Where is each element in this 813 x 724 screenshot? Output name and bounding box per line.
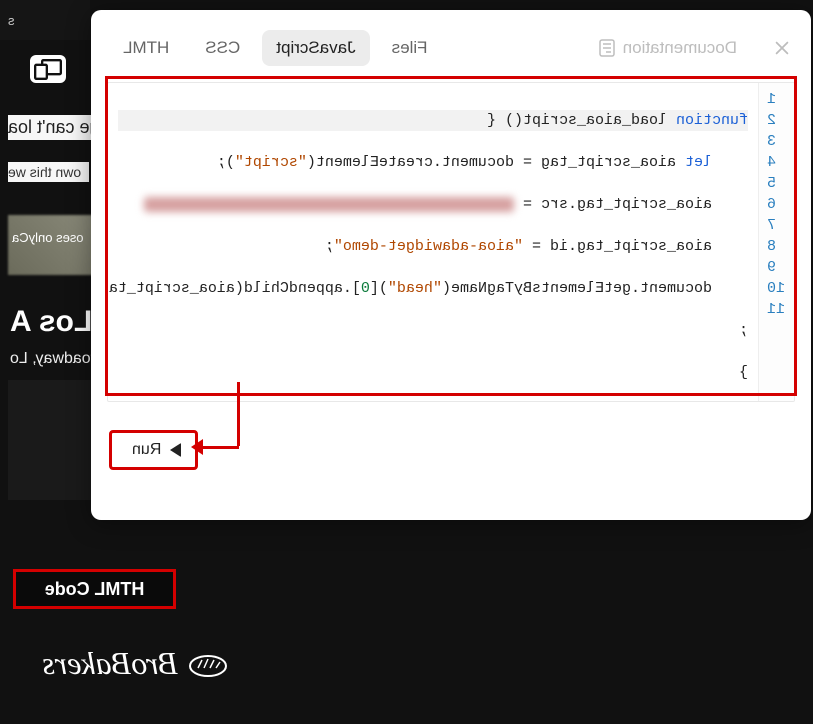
editor-container: 1234567891011 function load_aioa_script(…	[107, 82, 795, 402]
annotation-arrow-head	[191, 439, 203, 455]
html-code-label: HTML Code	[45, 579, 145, 600]
close-icon[interactable]	[771, 37, 793, 59]
annotation-arrow	[237, 382, 240, 446]
play-icon	[170, 443, 181, 457]
bg-heading-los: Los A	[10, 305, 92, 339]
editor-tabs: Files JavaScript CSS HTML	[109, 30, 442, 66]
panel-header: Documentation Files JavaScript CSS HTML	[105, 24, 797, 82]
bg-map-caption: oses onlyCa	[12, 230, 84, 245]
bg-fragment-top: s	[0, 0, 90, 40]
bread-icon	[188, 650, 228, 678]
devices-icon	[30, 55, 66, 83]
brand-logo: BroBakers	[42, 645, 228, 682]
code-editor[interactable]: 1234567891011 function load_aioa_script(…	[107, 82, 795, 402]
html-code-button[interactable]: HTML Code	[13, 569, 176, 609]
code-editor-panel: Documentation Files JavaScript CSS HTML …	[91, 10, 811, 520]
run-row: Run	[105, 430, 797, 470]
brand-name: BroBakers	[42, 645, 178, 682]
bg-dark-panel	[8, 380, 93, 500]
tab-css[interactable]: CSS	[191, 30, 254, 66]
tab-files[interactable]: Files	[378, 30, 442, 66]
bg-fragment-ownsite: own this we	[8, 162, 89, 182]
documentation-label: Documentation	[623, 38, 737, 58]
documentation-link[interactable]: Documentation	[599, 38, 737, 58]
tab-javascript[interactable]: JavaScript	[262, 30, 369, 66]
run-button[interactable]: Run	[109, 430, 198, 470]
annotation-arrow	[201, 446, 239, 449]
line-gutter: 1234567891011	[758, 83, 794, 401]
run-label: Run	[132, 441, 161, 459]
redacted-url	[144, 197, 514, 212]
bg-subtext-broadway: roadway, Lo	[10, 350, 96, 368]
document-icon	[599, 39, 615, 57]
code-content: function load_aioa_script() { let aioa_s…	[108, 83, 758, 401]
bg-map-fragment	[8, 215, 98, 275]
tab-html[interactable]: HTML	[109, 30, 183, 66]
